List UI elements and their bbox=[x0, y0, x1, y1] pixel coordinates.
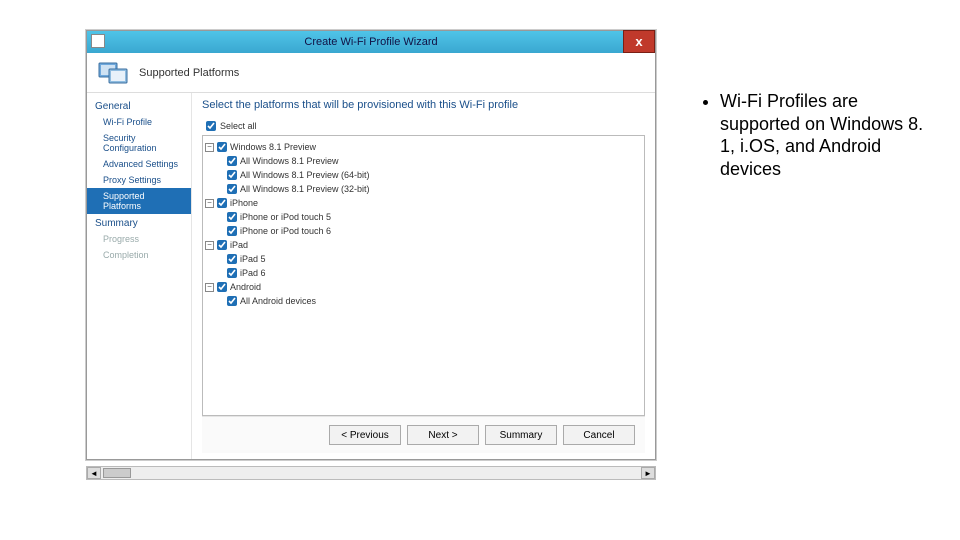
nav-item-summary[interactable]: Summary bbox=[87, 214, 191, 231]
summary-button[interactable]: Summary bbox=[485, 425, 557, 445]
tree-checkbox[interactable] bbox=[227, 296, 237, 306]
tree-checkbox[interactable] bbox=[227, 212, 237, 222]
slide-bullet-note: Wi-Fi Profiles are supported on Windows … bbox=[700, 90, 930, 180]
bullet-text: Wi-Fi Profiles are supported on Windows … bbox=[720, 90, 930, 180]
tree-checkbox[interactable] bbox=[227, 268, 237, 278]
wizard-buttons: < Previous Next > Summary Cancel bbox=[202, 416, 645, 453]
tree-checkbox[interactable] bbox=[217, 198, 227, 208]
instruction-text: Select the platforms that will be provis… bbox=[202, 99, 645, 111]
titlebar[interactable]: Create Wi-Fi Profile Wizard x bbox=[87, 31, 655, 53]
tree-item-ipad5[interactable]: iPad 5 bbox=[240, 254, 266, 264]
scroll-left-button[interactable]: ◄ bbox=[87, 467, 101, 479]
tree-item-ipad6[interactable]: iPad 6 bbox=[240, 268, 266, 278]
platform-tree[interactable]: − Windows 8.1 Preview All Windows 8.1 Pr… bbox=[202, 135, 645, 416]
expand-toggle[interactable]: − bbox=[205, 241, 214, 250]
sysmenu-icon[interactable] bbox=[91, 34, 105, 48]
tree-item-iphone5[interactable]: iPhone or iPod touch 5 bbox=[240, 212, 331, 222]
cancel-button[interactable]: Cancel bbox=[563, 425, 635, 445]
nav-item-progress: Progress bbox=[87, 231, 191, 247]
tree-checkbox[interactable] bbox=[227, 226, 237, 236]
tree-item-ipad[interactable]: iPad bbox=[230, 240, 248, 250]
close-button[interactable]: x bbox=[623, 30, 655, 53]
tree-item-android-all[interactable]: All Android devices bbox=[240, 296, 316, 306]
nav-item-proxy-settings[interactable]: Proxy Settings bbox=[87, 172, 191, 188]
nav-item-security-configuration[interactable]: Security Configuration bbox=[87, 130, 191, 156]
tree-checkbox[interactable] bbox=[227, 170, 237, 180]
tree-item-windows81[interactable]: Windows 8.1 Preview bbox=[230, 142, 316, 152]
tree-item-windows81-32[interactable]: All Windows 8.1 Preview (32-bit) bbox=[240, 184, 370, 194]
select-all-row: Select all bbox=[206, 121, 645, 131]
tree-item-iphone[interactable]: iPhone bbox=[230, 198, 258, 208]
nav-group-general: General bbox=[87, 97, 191, 114]
tree-item-windows81-64[interactable]: All Windows 8.1 Preview (64-bit) bbox=[240, 170, 370, 180]
scroll-thumb[interactable] bbox=[103, 468, 131, 478]
wizard-header: Supported Platforms bbox=[87, 53, 655, 93]
page-title: Supported Platforms bbox=[139, 67, 239, 79]
next-button[interactable]: Next > bbox=[407, 425, 479, 445]
tree-item-windows81-all[interactable]: All Windows 8.1 Preview bbox=[240, 156, 339, 166]
tree-checkbox[interactable] bbox=[227, 156, 237, 166]
computer-icon bbox=[97, 57, 129, 89]
nav-item-advanced-settings[interactable]: Advanced Settings bbox=[87, 156, 191, 172]
window-title: Create Wi-Fi Profile Wizard bbox=[304, 36, 437, 48]
expand-toggle[interactable]: − bbox=[205, 283, 214, 292]
tree-checkbox[interactable] bbox=[217, 282, 227, 292]
tree-checkbox[interactable] bbox=[217, 142, 227, 152]
tree-checkbox[interactable] bbox=[227, 254, 237, 264]
select-all-checkbox[interactable] bbox=[206, 121, 216, 131]
wizard-window: Create Wi-Fi Profile Wizard x Supported … bbox=[86, 30, 656, 460]
close-icon: x bbox=[635, 34, 642, 49]
tree-checkbox[interactable] bbox=[227, 184, 237, 194]
expand-toggle[interactable]: − bbox=[205, 143, 214, 152]
nav-item-completion: Completion bbox=[87, 247, 191, 263]
tree-item-android[interactable]: Android bbox=[230, 282, 261, 292]
nav-item-wifi-profile[interactable]: Wi-Fi Profile bbox=[87, 114, 191, 130]
scroll-track[interactable] bbox=[101, 467, 641, 479]
horizontal-scrollbar[interactable]: ◄ ► bbox=[86, 466, 656, 480]
wizard-content: Select the platforms that will be provis… bbox=[192, 93, 655, 459]
nav-item-supported-platforms[interactable]: Supported Platforms bbox=[87, 188, 191, 214]
previous-button[interactable]: < Previous bbox=[329, 425, 401, 445]
expand-toggle[interactable]: − bbox=[205, 199, 214, 208]
select-all-label: Select all bbox=[220, 121, 257, 131]
scroll-right-button[interactable]: ► bbox=[641, 467, 655, 479]
tree-item-iphone6[interactable]: iPhone or iPod touch 6 bbox=[240, 226, 331, 236]
wizard-sidebar: General Wi-Fi Profile Security Configura… bbox=[87, 93, 192, 459]
tree-checkbox[interactable] bbox=[217, 240, 227, 250]
